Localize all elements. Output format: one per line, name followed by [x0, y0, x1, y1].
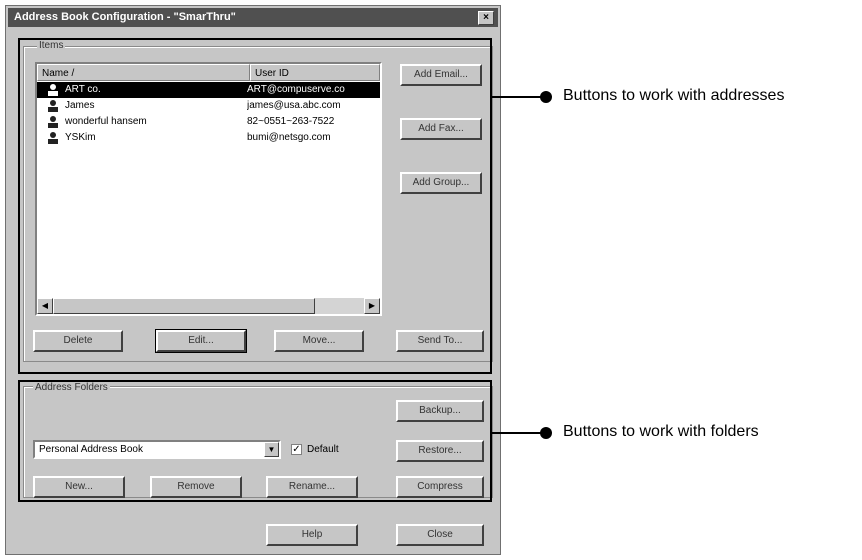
addresses-callout-line: [492, 96, 544, 98]
addresses-callout-text: Buttons to work with addresses: [563, 87, 785, 104]
title-bar: Address Book Configuration - "SmarThru" …: [8, 8, 498, 27]
folders-highlight-box: [18, 380, 492, 502]
folders-callout-line: [492, 432, 544, 434]
addresses-highlight-box: [18, 38, 492, 374]
close-icon[interactable]: ×: [478, 11, 494, 25]
folders-callout-text: Buttons to work with folders: [563, 423, 759, 440]
window-title: Address Book Configuration - "SmarThru": [14, 11, 236, 23]
close-button[interactable]: Close: [396, 524, 484, 546]
help-button[interactable]: Help: [266, 524, 358, 546]
folders-callout-dot: [540, 427, 552, 439]
addresses-callout-dot: [540, 91, 552, 103]
